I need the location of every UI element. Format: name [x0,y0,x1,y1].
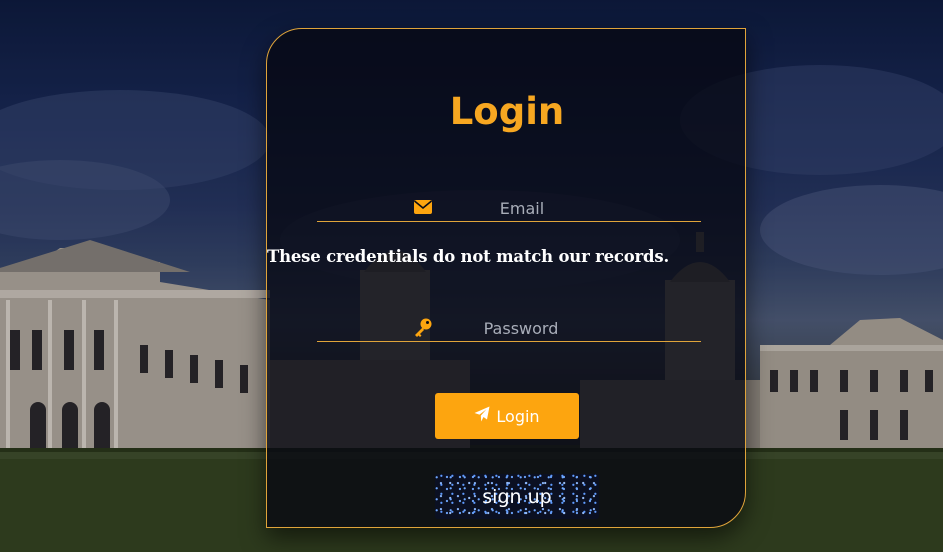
paper-plane-icon [474,406,490,426]
email-field-row [317,195,701,222]
signup-button-label: sign up [482,485,552,508]
signup-button[interactable]: sign up [435,474,599,519]
login-card: Login These credentials do not match our… [266,28,746,528]
email-input[interactable] [447,195,597,221]
envelope-icon [413,197,433,217]
password-input[interactable] [431,315,611,341]
key-icon [413,317,433,337]
error-message: These credentials do not match our recor… [267,247,670,266]
page-title: Login [449,90,565,133]
password-field-row [317,315,701,342]
login-button[interactable]: Login [435,393,579,439]
login-button-label: Login [496,406,540,426]
